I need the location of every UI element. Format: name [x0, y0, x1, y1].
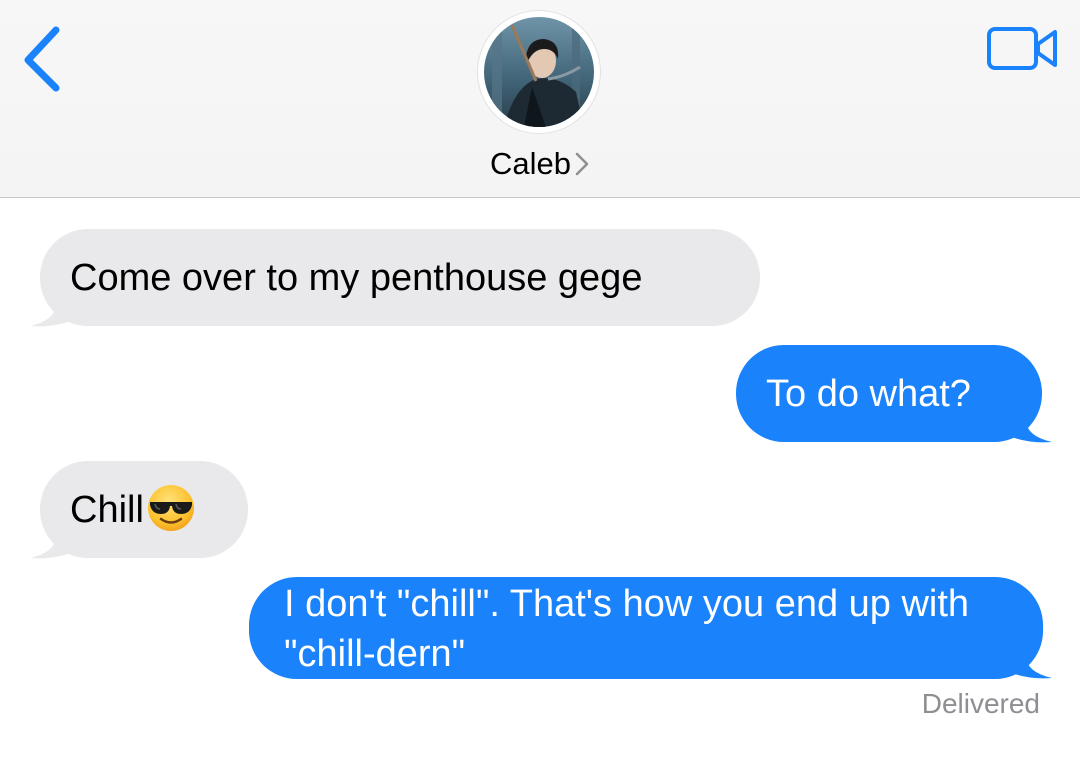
avatar[interactable]	[478, 11, 600, 133]
back-button[interactable]	[14, 22, 74, 94]
message-bubble-received[interactable]: Come over to my penthouse gege	[40, 229, 760, 326]
message-bubble-sent[interactable]: To do what?	[736, 345, 1042, 442]
avatar-photo	[484, 17, 594, 127]
sunglasses-emoji-icon	[147, 484, 194, 531]
conversation-header: Caleb	[0, 0, 1080, 198]
video-call-button[interactable]	[986, 24, 1060, 74]
message-text: Chill	[70, 489, 144, 531]
contact-name: Caleb	[490, 146, 571, 181]
contact-name-button[interactable]: Caleb	[0, 146, 1080, 182]
message-bubble-received[interactable]: Chill	[40, 461, 248, 558]
message-text: I don't "chill". That's how you end up w…	[284, 583, 970, 675]
message-text: Come over to my penthouse gege	[70, 257, 643, 299]
chevron-right-icon	[575, 152, 589, 176]
message-bubble-sent[interactable]: I don't "chill". That's how you end up w…	[249, 577, 1043, 679]
video-camera-icon	[987, 27, 1057, 70]
message-text: To do what?	[766, 373, 971, 415]
chevron-left-icon	[24, 26, 60, 92]
delivery-status: Delivered	[921, 688, 1040, 719]
